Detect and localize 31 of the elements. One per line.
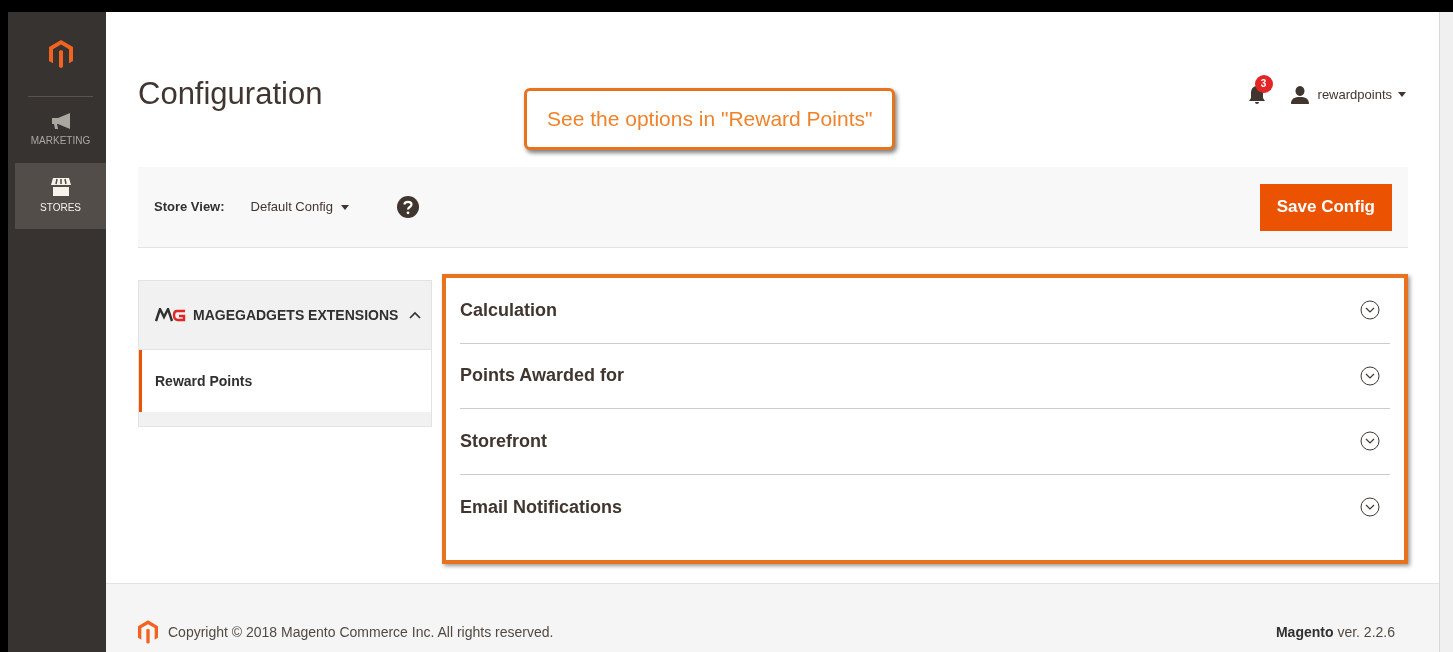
store-view-dropdown[interactable]: Default Config [250,197,349,217]
store-view-label: Store View: [154,198,225,217]
config-section-header[interactable]: Storefront [460,409,1390,475]
sidebar-item[interactable]: MARKETING [15,97,106,163]
brand-logo-icon [155,308,187,322]
storefront-icon [49,177,72,197]
page-title: Configuration [138,75,323,114]
user-menu[interactable]: rewardpoints [1317,84,1406,105]
chevron-down-circle-icon [1360,300,1380,321]
logo-icon [48,40,73,68]
chevron-down-circle-icon [1360,497,1380,518]
config-section-header[interactable]: Points Awarded for [460,343,1390,409]
megaphone-icon [49,112,72,130]
callout-note: See the options in "Reward Points" [524,88,896,150]
help-icon[interactable] [396,196,419,218]
chevron-down-circle-icon [1360,365,1380,386]
config-section-header[interactable]: Calculation [460,278,1390,344]
logo-icon [138,620,158,644]
user-icon [1289,84,1310,105]
chevron-down-circle-icon [1360,431,1380,452]
config-nav-item[interactable]: Reward Points [139,350,431,412]
config-nav-group[interactable]: MAGEGADGETS EXTENSIONS [138,280,432,350]
notification-badge: 3 [1254,74,1273,93]
copyright-text: Copyright © 2018 Magento Commerce Inc. All rights reserved. [168,622,554,642]
sidebar-item[interactable]: STORES [15,163,106,229]
version-text: Magento ver. 2.2.6 [1275,622,1395,642]
config-group-title: MAGEGADGETS EXTENSIONS [193,305,399,325]
caret-icon [340,204,349,210]
config-section-header[interactable]: Email Notifications [460,474,1390,540]
save-config-button[interactable]: Save Config [1259,183,1392,231]
caret-icon [1398,92,1406,97]
